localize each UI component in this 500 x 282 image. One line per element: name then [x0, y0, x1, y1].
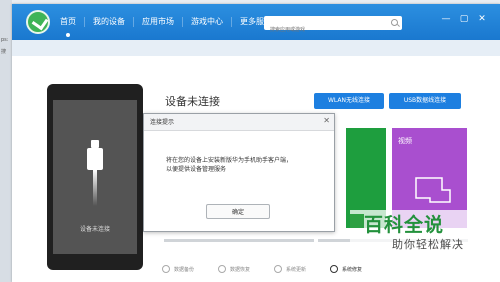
restore-icon: [218, 265, 227, 273]
maximize-button[interactable]: ▢: [458, 13, 470, 25]
watermark-logo-icon: [350, 214, 364, 228]
search-input[interactable]: [264, 23, 382, 37]
nav-my-device[interactable]: 我的设备: [85, 17, 134, 27]
background-window-edge: ps: 搜: [0, 0, 12, 282]
update-icon: [274, 265, 283, 273]
dialog-message-line-2: 以便提供设备管理服务: [166, 166, 227, 173]
wlan-connect-button[interactable]: WLAN无线连接: [314, 93, 384, 109]
background-text: ps: 搜: [1, 37, 9, 55]
phone-screen: 设备未连接: [53, 100, 137, 254]
dialog-close-button[interactable]: ✕: [323, 116, 330, 126]
device-status-title: 设备未连接: [165, 95, 220, 108]
progress-bar-left: [164, 239, 314, 242]
system-repair-label: 系统修复: [342, 266, 363, 273]
app-logo-icon: [26, 10, 50, 34]
nav-game-center[interactable]: 游戏中心: [183, 17, 232, 27]
data-backup-button[interactable]: 数据备份: [162, 265, 194, 273]
close-window-button[interactable]: ✕: [476, 13, 488, 25]
system-update-button[interactable]: 系统更新: [274, 265, 306, 273]
watermark-sub-text: 助你轻松解决: [392, 238, 464, 251]
video-icon: [415, 177, 451, 203]
system-repair-button[interactable]: 系统修复: [330, 265, 362, 273]
usb-connect-button[interactable]: USB数据线连接: [389, 93, 461, 109]
sub-header-strip: [12, 40, 500, 56]
data-restore-label: 数据恢复: [230, 266, 251, 273]
bottom-toolbar: 数据备份 数据恢复 系统更新 系统修复: [162, 262, 386, 276]
nav-home[interactable]: 首页: [52, 17, 85, 37]
dialog-title-bar: 连接提示 ✕: [144, 114, 334, 131]
gear-icon: [330, 265, 339, 273]
minimize-button[interactable]: —: [440, 13, 452, 25]
connection-prompt-dialog: 连接提示 ✕ 将在您的设备上安装新版华为手机助手客户端， 以便提供设备管理服务 …: [143, 113, 335, 232]
data-backup-label: 数据备份: [174, 266, 195, 273]
dialog-message-line-1: 将在您的设备上安装新版华为手机助手客户端，: [166, 157, 293, 164]
confirm-button[interactable]: 确定: [206, 204, 270, 219]
search-box: [264, 16, 402, 37]
dialog-message: 将在您的设备上安装新版华为手机助手客户端， 以便提供设备管理服务: [166, 156, 321, 174]
backup-icon: [162, 265, 170, 273]
phone-illustration: 设备未连接: [47, 84, 143, 270]
main-nav: 首页 我的设备 应用市场 游戏中心 更多服务: [52, 4, 280, 40]
video-tile-label: 视频: [398, 137, 412, 145]
system-update-label: 系统更新: [286, 266, 307, 273]
watermark: 百科全说 助你轻松解决: [350, 210, 500, 260]
data-restore-button[interactable]: 数据恢复: [218, 265, 250, 273]
nav-app-market[interactable]: 应用市场: [134, 17, 183, 27]
phone-status-text: 设备未连接: [79, 226, 110, 233]
usb-plug-icon: [87, 140, 103, 206]
watermark-main-text: 百科全说: [364, 214, 445, 236]
dialog-title: 连接提示: [150, 119, 175, 126]
search-icon[interactable]: [391, 19, 398, 26]
top-navigation-bar: 首页 我的设备 应用市场 游戏中心 更多服务 — ▢ ✕: [12, 4, 500, 40]
